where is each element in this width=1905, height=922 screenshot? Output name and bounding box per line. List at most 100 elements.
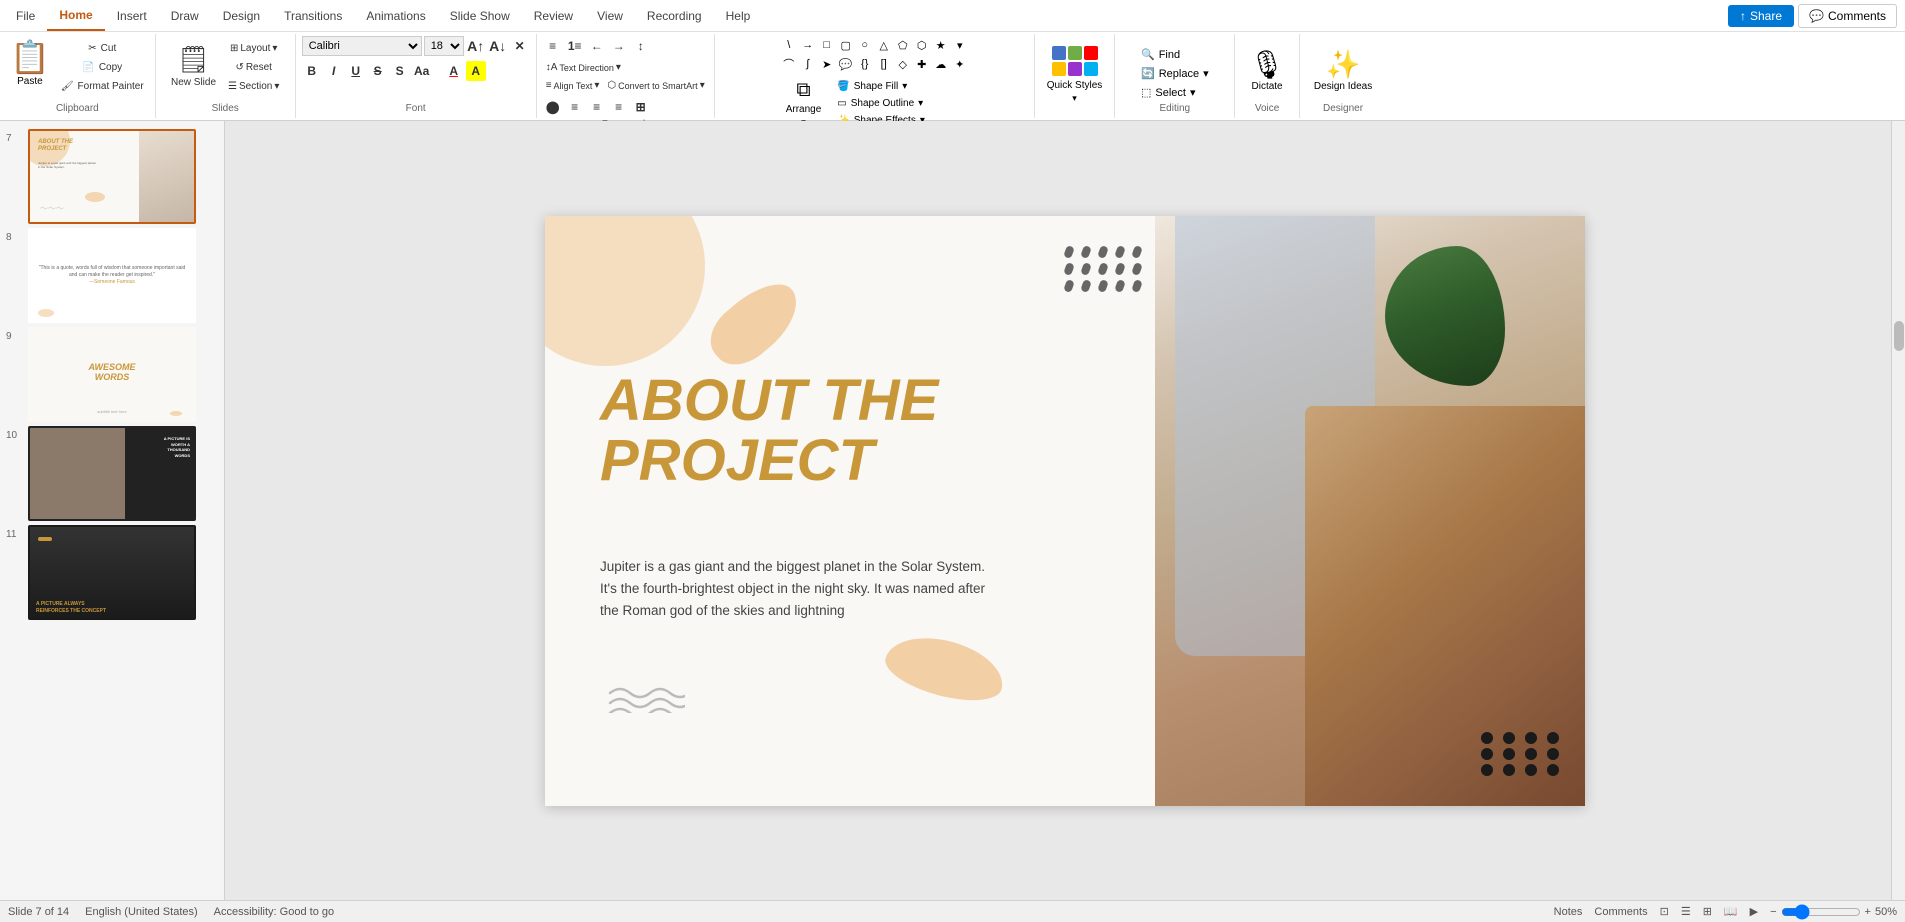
notes-button[interactable]: Notes — [1554, 906, 1583, 918]
tab-slideshow[interactable]: Slide Show — [438, 0, 522, 31]
shape-pentagon[interactable]: ⬠ — [894, 36, 912, 54]
zoom-in-button[interactable]: + — [1865, 906, 1871, 918]
vertical-scrollbar[interactable] — [1891, 121, 1905, 900]
center-button[interactable]: ≡ — [565, 97, 585, 117]
sorter-view-button[interactable]: ⊞ — [1703, 905, 1712, 918]
increase-indent-button[interactable]: → — [609, 36, 629, 56]
reset-button[interactable]: ↺ Reset — [223, 59, 284, 76]
slide-thumb-7[interactable]: ABOUT THEPROJECT Jupiter is a gas giant … — [28, 129, 196, 224]
normal-view-button[interactable]: ⊡ — [1660, 905, 1669, 918]
slide-thumb-8[interactable]: "This is a quote, words full of wisdom t… — [28, 228, 196, 323]
shape-cloud[interactable]: ☁ — [932, 55, 950, 73]
tab-recording[interactable]: Recording — [635, 0, 714, 31]
bold-button[interactable]: B — [302, 61, 322, 81]
scroll-thumb[interactable] — [1894, 321, 1904, 351]
align-left-button[interactable]: ⬤ — [543, 97, 563, 117]
shape-cross[interactable]: ✚ — [913, 55, 931, 73]
line-spacing-button[interactable]: ↕ — [631, 36, 651, 56]
slide-canvas[interactable]: ABOUT THE PROJECT Jupiter is a gas giant… — [545, 216, 1585, 806]
shape-misc[interactable]: ✦ — [951, 55, 969, 73]
slide-item-8[interactable]: 8 "This is a quote, words full of wisdom… — [6, 228, 218, 323]
font-name-select[interactable]: Calibri — [302, 36, 422, 56]
justify-button[interactable]: ≡ — [609, 97, 629, 117]
tab-animations[interactable]: Animations — [354, 0, 437, 31]
shape-freeform[interactable]: ∫ — [799, 55, 817, 73]
paste-button[interactable]: 📋 Paste — [6, 36, 54, 89]
shape-outline-button[interactable]: ▭ Shape Outline ▾ — [831, 96, 931, 111]
slide-thumb-11[interactable]: A PICTURE ALWAYSREINFORCES THE CONCEPT — [28, 525, 196, 620]
shape-rect[interactable]: □ — [818, 36, 836, 54]
tab-file[interactable]: File — [4, 0, 47, 31]
tab-review[interactable]: Review — [522, 0, 585, 31]
slide-thumb-9[interactable]: AWESOMEWORDS subtitle text here — [28, 327, 196, 422]
shape-oval[interactable]: ○ — [856, 36, 874, 54]
tab-home[interactable]: Home — [47, 0, 104, 31]
find-button[interactable]: 🔍 Find — [1135, 46, 1186, 63]
font-size-select[interactable]: 18 — [424, 36, 464, 56]
comments-status-button[interactable]: Comments — [1594, 906, 1647, 918]
tab-transitions[interactable]: Transitions — [272, 0, 354, 31]
new-slide-button[interactable]: 🗒 New Slide — [166, 36, 221, 96]
share-button[interactable]: ↑ Share — [1728, 5, 1794, 27]
slideshow-view-button[interactable]: ▶ — [1750, 905, 1758, 918]
font-decrease-button[interactable]: A↓ — [488, 36, 508, 56]
align-text-button[interactable]: ≡ Align Text ▾ — [543, 79, 603, 92]
replace-button[interactable]: 🔄 Replace ▾ — [1135, 65, 1215, 82]
highlight-button[interactable]: A — [466, 61, 486, 81]
shape-bracket[interactable]: {} — [856, 55, 874, 73]
font-increase-button[interactable]: A↑ — [466, 36, 486, 56]
tab-draw[interactable]: Draw — [159, 0, 211, 31]
copy-button[interactable]: 📄 Copy — [56, 59, 149, 76]
slide-item-10[interactable]: 10 A PICTURE ISWORTH ATHOUSANDWORDS — [6, 426, 218, 521]
numbering-button[interactable]: 1≡ — [565, 36, 585, 56]
align-right-button[interactable]: ≡ — [587, 97, 607, 117]
shape-hex[interactable]: ⬡ — [913, 36, 931, 54]
columns-button[interactable]: ⊞ — [631, 97, 651, 117]
strikethrough-button[interactable]: S — [368, 61, 388, 81]
slide-item-9[interactable]: 9 AWESOMEWORDS subtitle text here — [6, 327, 218, 422]
reading-view-button[interactable]: 📖 — [1724, 905, 1738, 918]
shape-brace[interactable]: [] — [875, 55, 893, 73]
tab-insert[interactable]: Insert — [105, 0, 159, 31]
shape-star[interactable]: ★ — [932, 36, 950, 54]
slide-info: Slide 7 of 14 — [8, 906, 69, 918]
format-painter-button[interactable]: 🖌 Format Painter — [56, 78, 149, 95]
shadow-button[interactable]: S — [390, 61, 410, 81]
decrease-indent-button[interactable]: ← — [587, 36, 607, 56]
shape-block-arrow[interactable]: ➤ — [818, 55, 836, 73]
clear-formatting-button[interactable]: ✕ — [510, 36, 530, 56]
outline-view-button[interactable]: ☰ — [1681, 905, 1691, 918]
bullets-button[interactable]: ≡ — [543, 36, 563, 56]
shape-curve[interactable]: ⌒ — [780, 55, 798, 73]
zoom-out-button[interactable]: − — [1770, 906, 1776, 918]
slide-thumb-10[interactable]: A PICTURE ISWORTH ATHOUSANDWORDS — [28, 426, 196, 521]
slide-item-7[interactable]: 7 ABOUT THEPROJECT Jupiter is a gas gian… — [6, 129, 218, 224]
shape-callout[interactable]: 💬 — [837, 55, 855, 73]
change-case-button[interactable]: Aa — [412, 61, 432, 81]
font-color-button[interactable]: A — [444, 61, 464, 81]
italic-button[interactable]: I — [324, 61, 344, 81]
shape-arrow[interactable]: → — [799, 36, 817, 54]
cut-button[interactable]: ✂ Cut — [56, 40, 149, 57]
zoom-slider[interactable] — [1781, 904, 1861, 920]
tab-design[interactable]: Design — [211, 0, 272, 31]
shape-more[interactable]: ▾ — [951, 36, 969, 54]
slide-item-11[interactable]: 11 A PICTURE ALWAYSREINFORCES THE CONCEP… — [6, 525, 218, 620]
text-direction-button[interactable]: ↕A Text Direction ▾ — [543, 61, 624, 74]
shape-line[interactable]: \ — [780, 36, 798, 54]
convert-smartart-button[interactable]: ⬡ Convert to SmartArt ▾ — [604, 79, 707, 92]
section-button[interactable]: ☰ Section ▾ — [223, 78, 284, 95]
tab-view[interactable]: View — [585, 0, 635, 31]
tab-help[interactable]: Help — [714, 0, 763, 31]
quick-styles-button[interactable]: Quick Styles ▾ — [1041, 42, 1109, 108]
underline-button[interactable]: U — [346, 61, 366, 81]
layout-button[interactable]: ⊞ Layout ▾ — [223, 40, 284, 57]
shape-diamond[interactable]: ◇ — [894, 55, 912, 73]
shape-triangle[interactable]: △ — [875, 36, 893, 54]
select-button[interactable]: ⬚ Select ▾ — [1135, 84, 1202, 101]
design-ideas-button[interactable]: ✨ Design Ideas — [1306, 44, 1380, 96]
dictate-button[interactable]: 🎙 Dictate — [1241, 44, 1293, 96]
comments-button[interactable]: 💬 Comments — [1798, 4, 1897, 28]
shape-rounded-rect[interactable]: ▢ — [837, 36, 855, 54]
shape-fill-button[interactable]: 🪣 Shape Fill ▾ — [831, 79, 931, 94]
